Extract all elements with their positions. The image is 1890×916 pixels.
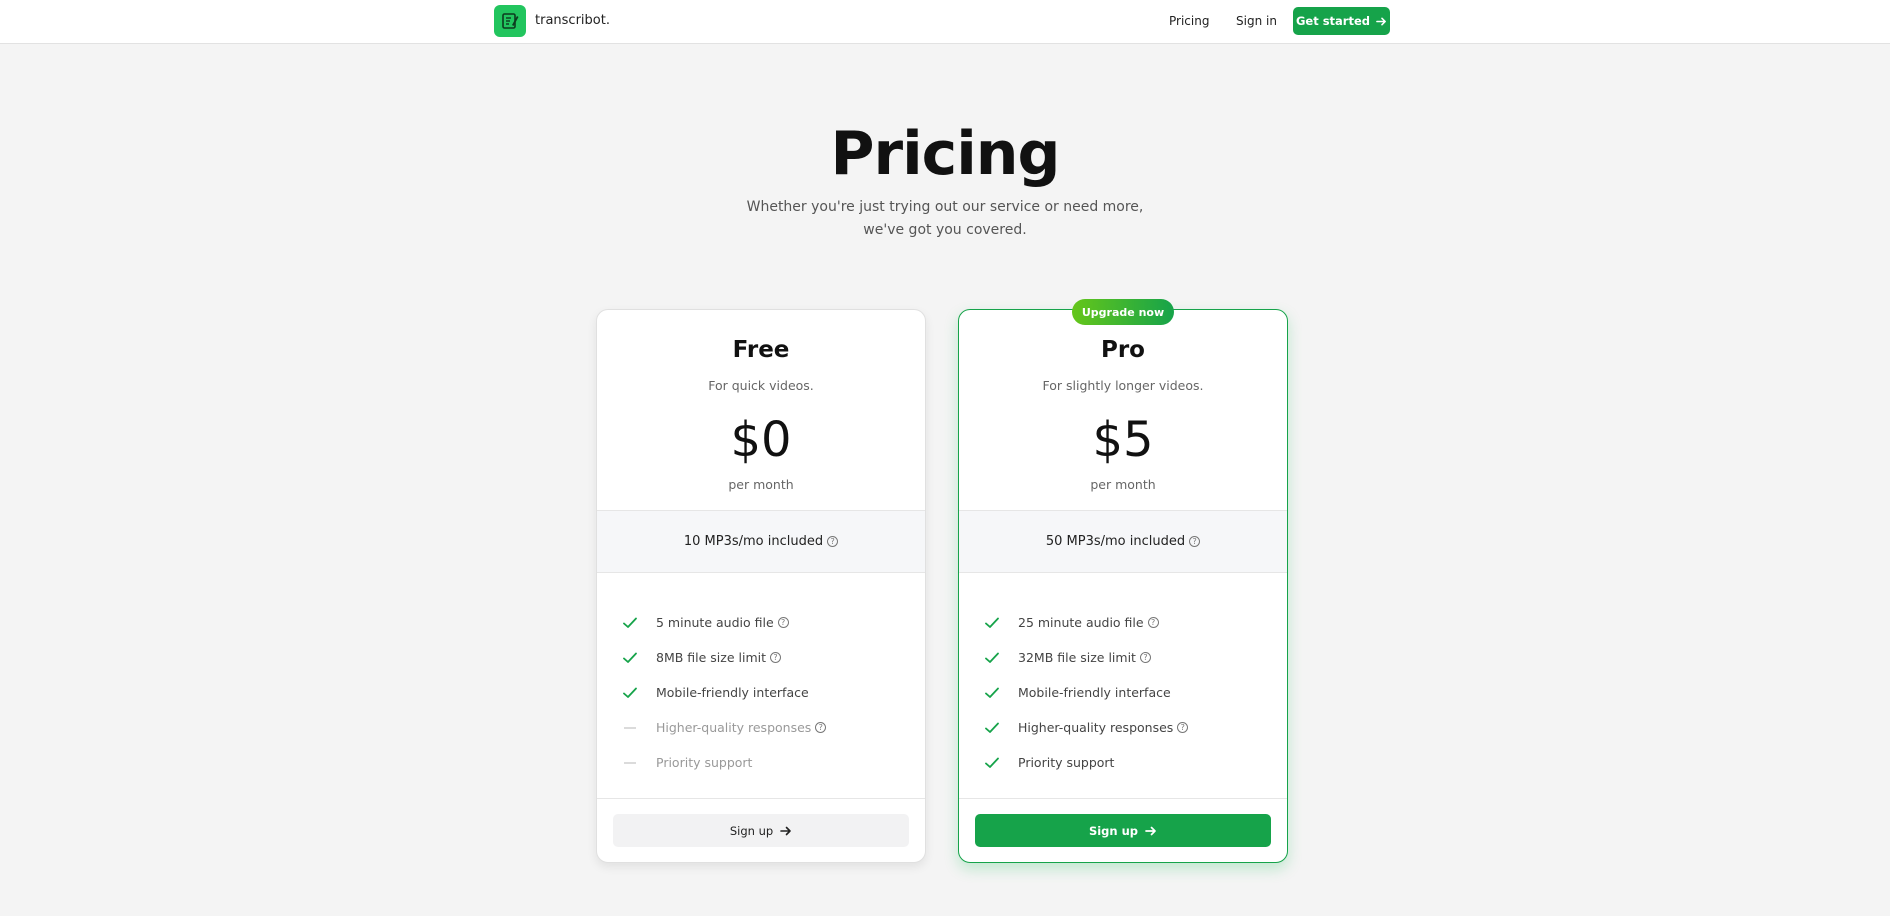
plan-price: $5	[1092, 412, 1154, 468]
question-circle-icon[interactable]: ?	[1177, 722, 1189, 733]
question-circle-icon[interactable]: ?	[770, 652, 782, 663]
plan-period: per month	[1090, 477, 1156, 492]
feature-item: Higher-quality responses ?	[985, 710, 1265, 745]
feature-label: 32MB file size limit	[1018, 650, 1136, 665]
plan-card-pro: Upgrade now Pro For slightly longer vide…	[958, 299, 1288, 863]
check-icon	[985, 757, 1018, 769]
check-icon	[985, 652, 1018, 664]
question-circle-icon[interactable]: ?	[815, 722, 827, 733]
feature-label: 25 minute audio file	[1018, 615, 1144, 630]
plan-period: per month	[728, 477, 794, 492]
top-nav: transcribot. Pricing Sign in Get started	[0, 0, 1890, 44]
plan-name: Free	[732, 337, 790, 363]
page-subtitle: Whether you're just trying out our servi…	[746, 199, 1144, 238]
arrow-right-icon	[1145, 826, 1156, 835]
feature-label: 8MB file size limit	[656, 650, 767, 665]
feature-label: 5 minute audio file	[656, 615, 774, 630]
feature-label: Priority support	[656, 755, 753, 770]
feature-label: Higher-quality responses	[656, 720, 812, 735]
check-icon	[985, 722, 1018, 734]
page-title: Pricing	[830, 119, 1061, 189]
check-icon	[623, 617, 656, 629]
logo-icon[interactable]	[494, 5, 526, 37]
feature-label: Mobile-friendly interface	[1018, 685, 1171, 700]
check-icon	[985, 687, 1018, 699]
sign-up-label: Sign up	[1088, 823, 1139, 838]
sign-up-free-button[interactable]: Sign up	[613, 814, 909, 847]
card-divider	[597, 798, 925, 799]
feature-item: 8MB file size limit ?	[623, 640, 903, 675]
question-circle-icon[interactable]: ?	[827, 536, 839, 547]
check-icon	[623, 687, 656, 699]
plan-quota: 50 MP3s/mo included ?	[959, 510, 1287, 573]
feature-item: Mobile-friendly interface	[985, 675, 1265, 710]
feature-label: Higher-quality responses	[1018, 720, 1174, 735]
feature-item: Priority support	[623, 745, 903, 780]
nav-link-sign-in[interactable]: Sign in	[1236, 14, 1277, 28]
plan-name: Pro	[1100, 337, 1145, 363]
check-icon	[623, 652, 656, 664]
arrow-right-icon	[1376, 17, 1386, 25]
sign-up-label: Sign up	[729, 823, 774, 838]
dash-icon	[623, 761, 656, 765]
sign-up-pro-button[interactable]: Sign up	[975, 814, 1271, 847]
get-started-button[interactable]: Get started	[1293, 7, 1390, 35]
quota-label: 10 MP3s/mo included	[683, 534, 824, 549]
question-circle-icon[interactable]: ?	[1189, 536, 1201, 547]
arrow-right-icon	[780, 826, 791, 835]
plan-price: $0	[730, 412, 792, 468]
feature-item: Priority support	[985, 745, 1265, 780]
question-circle-icon[interactable]: ?	[1139, 652, 1151, 663]
card-divider	[959, 798, 1287, 799]
get-started-label: Get started	[1295, 14, 1371, 28]
feature-list: 5 minute audio file ? 8MB file size limi…	[623, 605, 903, 780]
plan-quota: 10 MP3s/mo included ?	[597, 510, 925, 573]
nav-link-pricing[interactable]: Pricing	[1169, 14, 1209, 28]
plan-card-free: Free For quick videos. $0 per month 10 M…	[596, 309, 926, 863]
feature-item: Higher-quality responses ?	[623, 710, 903, 745]
check-icon	[985, 617, 1018, 629]
plan-description: For quick videos.	[708, 378, 814, 393]
question-circle-icon[interactable]: ?	[1147, 617, 1159, 628]
quota-label: 50 MP3s/mo included	[1045, 534, 1186, 549]
question-circle-icon[interactable]: ?	[777, 617, 789, 628]
plan-description: For slightly longer videos.	[1042, 378, 1204, 393]
brand-name[interactable]: transcribot.	[535, 13, 610, 28]
feature-item: 25 minute audio file ?	[985, 605, 1265, 640]
feature-label: Mobile-friendly interface	[656, 685, 809, 700]
feature-label: Priority support	[1018, 755, 1115, 770]
dash-icon	[623, 726, 656, 730]
upgrade-badge: Upgrade now	[1072, 299, 1174, 325]
feature-item: 32MB file size limit ?	[985, 640, 1265, 675]
feature-item: 5 minute audio file ?	[623, 605, 903, 640]
feature-item: Mobile-friendly interface	[623, 675, 903, 710]
feature-list: 25 minute audio file ? 32MB file size li…	[985, 605, 1265, 780]
